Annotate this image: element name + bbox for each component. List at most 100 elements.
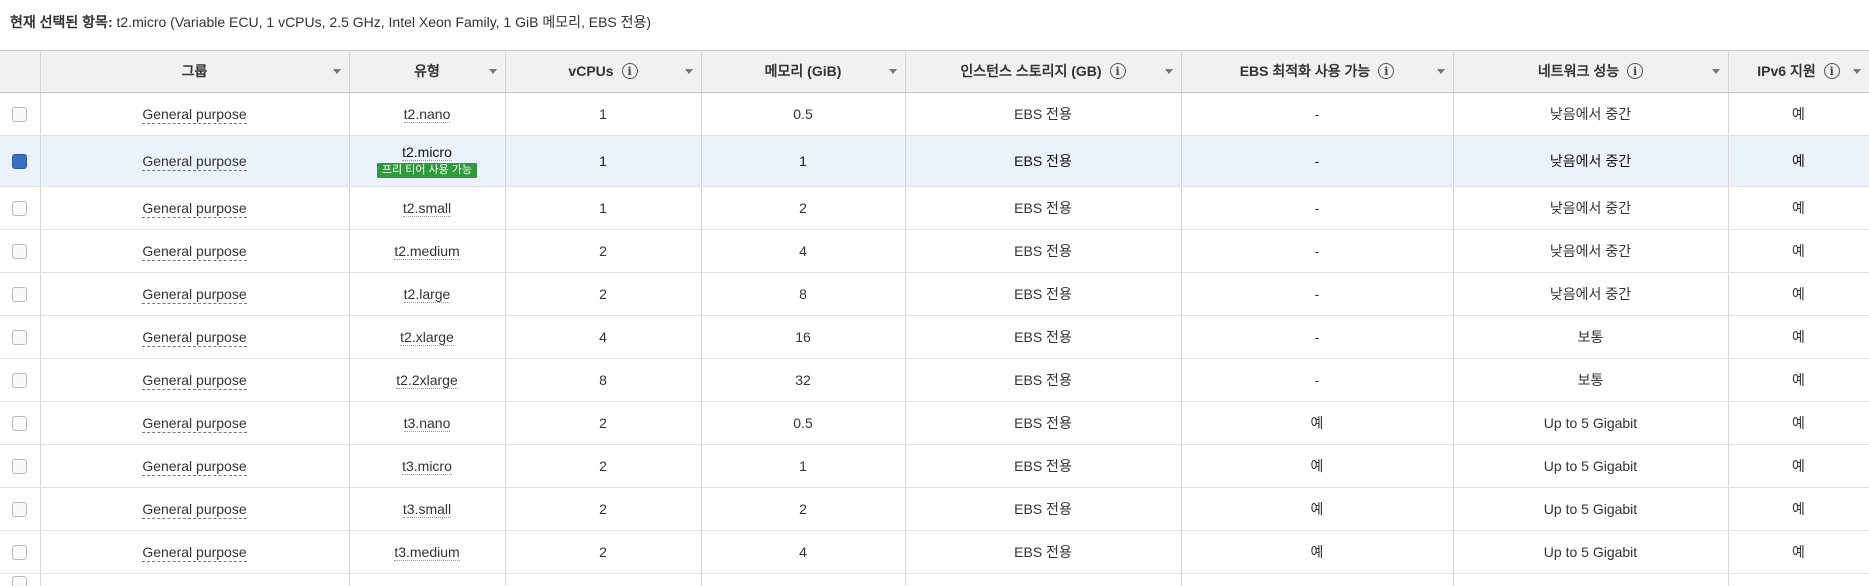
type-cell: t3.medium — [349, 530, 506, 574]
memory-value: 4 — [799, 242, 807, 259]
sort-caret-icon[interactable] — [488, 69, 497, 74]
vcpus-column-header[interactable]: vCPUs i — [505, 51, 702, 93]
vcpus-cell: 2 — [505, 444, 702, 488]
table-row[interactable]: General purpose t2.small 1 2 EBS 전용 - 낮음에서 중간 예 — [0, 186, 1869, 230]
group-link[interactable]: General purpose — [142, 414, 247, 433]
ebs-optimized-value: 예 — [1310, 457, 1324, 474]
vcpus-value: 1 — [599, 152, 607, 169]
column-header-label: EBS 최적화 사용 가능 — [1239, 63, 1371, 80]
sort-caret-icon[interactable] — [1711, 69, 1720, 74]
row-select-checkbox[interactable] — [12, 106, 28, 122]
row-select-checkbox[interactable] — [12, 200, 28, 216]
sort-caret-icon[interactable] — [1436, 69, 1445, 74]
info-icon[interactable]: i — [1109, 63, 1126, 80]
table-body: General purpose t2.nano 1 0.5 EBS 전용 - 낮음에서 중간… — [0, 92, 1869, 586]
column-header-label: vCPUs — [568, 63, 614, 80]
memory-cell: 2 — [701, 487, 906, 531]
group-link[interactable]: General purpose — [142, 543, 247, 562]
table-row[interactable]: General purpose t2.xlarge 4 16 EBS 전용 - 보통 예 — [0, 315, 1869, 359]
vcpus-value: 1 — [599, 199, 607, 216]
info-icon[interactable]: i — [1627, 63, 1644, 80]
ebs-optimized-cell: - — [1181, 358, 1454, 402]
select-cell — [0, 444, 41, 488]
sort-caret-icon[interactable] — [684, 69, 693, 74]
info-icon[interactable]: i — [1378, 63, 1395, 80]
table-row[interactable]: General purpose t2.micro 프리 티어 사용 가능 1 1 EBS … — [0, 135, 1869, 187]
partial-cell — [701, 573, 906, 586]
ipv6-support-value: 예 — [1792, 105, 1805, 122]
row-select-checkbox[interactable] — [12, 372, 28, 388]
memory-column-header[interactable]: 메모리 (GiB) — [701, 51, 906, 93]
instance-type-label: t2.small — [402, 199, 452, 217]
row-select-checkbox[interactable] — [12, 329, 28, 345]
row-select-checkbox[interactable] — [12, 458, 28, 474]
network-performance-cell: 보통 — [1453, 358, 1729, 402]
network-performance-cell: Up to 5 Gigabit — [1453, 444, 1729, 488]
ipv6-support-value: 예 — [1792, 285, 1805, 302]
ebs-optimized-column-header[interactable]: EBS 최적화 사용 가능 i — [1181, 51, 1454, 93]
network-performance-cell: 보통 — [1453, 315, 1729, 359]
network-performance-cell: Up to 5 Gigabit — [1453, 530, 1729, 574]
row-select-checkbox[interactable] — [12, 576, 28, 586]
memory-cell: 2 — [701, 186, 906, 230]
row-select-checkbox[interactable] — [12, 501, 28, 517]
group-link[interactable]: General purpose — [142, 285, 247, 304]
type-column-header[interactable]: 유형 — [349, 51, 506, 93]
ipv6-support-cell: 예 — [1728, 401, 1869, 445]
row-select-checkbox[interactable] — [12, 415, 28, 431]
table-row[interactable]: General purpose t3.nano 2 0.5 EBS 전용 예 Up to 5… — [0, 401, 1869, 445]
table-row[interactable]: General purpose t2.2xlarge 8 32 EBS 전용 - 보통 예 — [0, 358, 1869, 402]
ipv6-support-cell: 예 — [1728, 358, 1869, 402]
group-link[interactable]: General purpose — [142, 500, 247, 519]
group-link[interactable]: General purpose — [142, 105, 247, 124]
memory-cell: 4 — [701, 229, 906, 273]
sort-caret-icon[interactable] — [1164, 69, 1173, 74]
group-link[interactable]: General purpose — [142, 371, 247, 390]
ebs-optimized-value: 예 — [1310, 414, 1324, 431]
table-row[interactable]: General purpose t2.large 2 8 EBS 전용 - 낮음에서 중간 예 — [0, 272, 1869, 316]
sort-caret-icon[interactable] — [888, 69, 897, 74]
ipv6-support-cell: 예 — [1728, 229, 1869, 273]
sort-caret-icon[interactable] — [1852, 69, 1861, 74]
group-link[interactable]: General purpose — [142, 242, 247, 261]
group-link[interactable]: General purpose — [142, 328, 247, 347]
ebs-optimized-value: 예 — [1310, 543, 1324, 560]
current-selection-bar: 현재 선택된 항목: t2.micro (Variable ECU, 1 vCP… — [0, 0, 1869, 50]
memory-value: 0.5 — [793, 414, 813, 431]
vcpus-cell: 2 — [505, 530, 702, 574]
group-link[interactable]: General purpose — [142, 457, 247, 476]
instance-type-table: 그룹 유형 vCPUs i 메모리 (GiB) 인스턴스 스토리지 (GB) i EBS 최적… — [0, 50, 1869, 586]
column-header-label: 유형 — [414, 63, 440, 80]
info-icon[interactable]: i — [1823, 63, 1840, 80]
info-icon[interactable]: i — [621, 63, 638, 80]
ipv6-support-column-header[interactable]: IPv6 지원 i — [1728, 51, 1869, 93]
instance-type-label: t2.2xlarge — [396, 371, 458, 389]
memory-cell: 1 — [701, 135, 906, 187]
vcpus-cell: 1 — [505, 135, 702, 187]
instance-storage-column-header[interactable]: 인스턴스 스토리지 (GB) i — [905, 51, 1182, 93]
table-row[interactable]: General purpose t2.nano 1 0.5 EBS 전용 - 낮음에서 중간… — [0, 92, 1869, 136]
row-select-checkbox[interactable] — [12, 243, 28, 259]
table-row[interactable]: General purpose t3.medium 2 4 EBS 전용 예 Up to 5… — [0, 530, 1869, 574]
group-column-header[interactable]: 그룹 — [40, 51, 350, 93]
table-row[interactable]: General purpose t2.medium 2 4 EBS 전용 - 낮음에서 중간… — [0, 229, 1869, 273]
table-row[interactable]: General purpose t3.micro 2 1 EBS 전용 예 Up to 5 … — [0, 444, 1869, 488]
group-link[interactable]: General purpose — [142, 199, 247, 218]
row-select-checkbox[interactable] — [12, 286, 28, 302]
network-performance-value: 낮음에서 중간 — [1549, 105, 1632, 122]
memory-cell: 8 — [701, 272, 906, 316]
group-cell: General purpose — [40, 444, 350, 488]
select-cell — [0, 186, 41, 230]
memory-value: 16 — [795, 328, 811, 345]
instance-storage-cell: EBS 전용 — [905, 401, 1182, 445]
instance-type-label: t3.medium — [394, 543, 460, 561]
instance-type-label: t3.nano — [403, 414, 451, 432]
row-select-checkbox[interactable] — [12, 544, 28, 560]
table-row[interactable]: General purpose t3.small 2 2 EBS 전용 예 Up to 5 … — [0, 487, 1869, 531]
instance-storage-cell: EBS 전용 — [905, 530, 1182, 574]
group-link[interactable]: General purpose — [142, 152, 247, 171]
type-cell: t2.large — [349, 272, 506, 316]
sort-caret-icon[interactable] — [332, 69, 341, 74]
row-select-checkbox[interactable] — [12, 153, 28, 169]
network-performance-column-header[interactable]: 네트워크 성능 i — [1453, 51, 1729, 93]
